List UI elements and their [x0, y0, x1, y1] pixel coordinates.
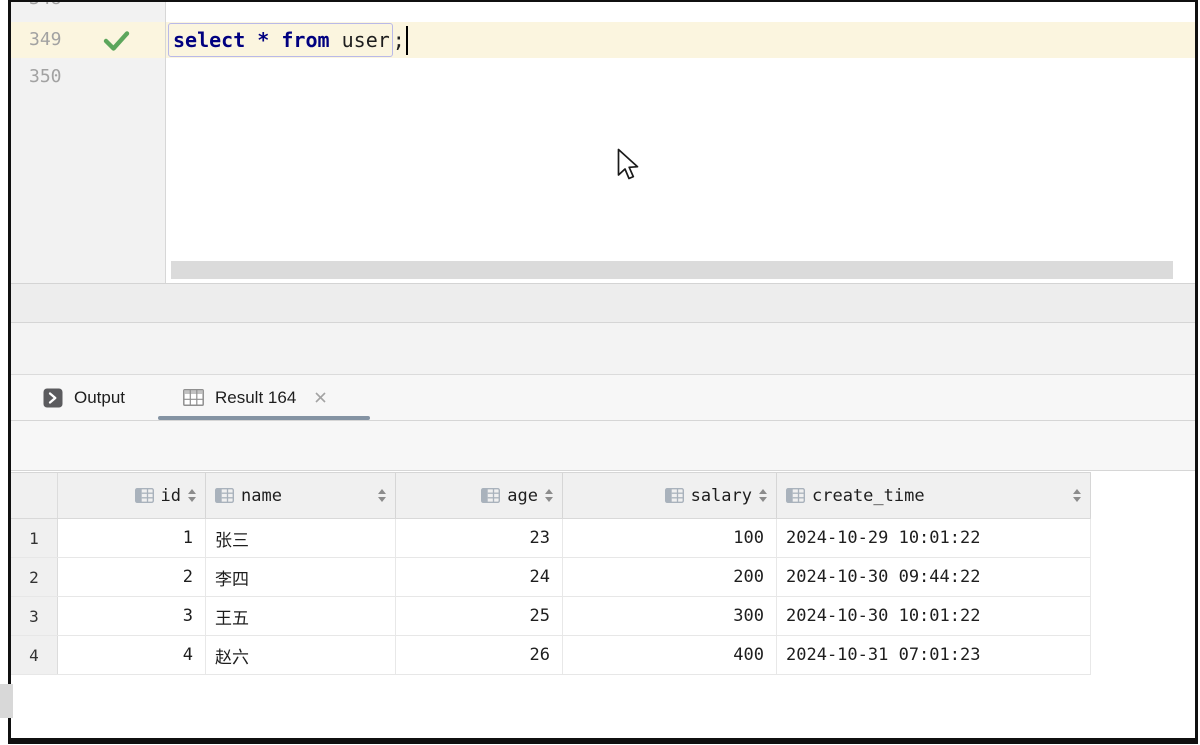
cell-name[interactable]: 王五: [206, 597, 396, 635]
tab-output-label: Output: [74, 388, 125, 408]
token-identifier-user: user: [342, 28, 390, 52]
column-icon: [665, 488, 684, 503]
sort-icon[interactable]: [545, 489, 553, 502]
output-icon: [43, 388, 63, 408]
cell-age[interactable]: 23: [396, 519, 563, 557]
sort-icon[interactable]: [378, 489, 386, 502]
column-header-id[interactable]: id: [58, 473, 206, 518]
token-semicolon: ;: [393, 28, 405, 52]
column-header-create-time[interactable]: create_time: [777, 473, 1091, 518]
tab-output[interactable]: Output: [43, 375, 125, 420]
token-keyword-from: from: [281, 28, 341, 52]
grid-corner-cell[interactable]: [11, 473, 58, 518]
cell-create-time[interactable]: 2024-10-31 07:01:23: [777, 636, 1091, 674]
editor-status-strip: [11, 284, 1195, 322]
column-icon: [135, 488, 154, 503]
row-number[interactable]: 2: [11, 558, 58, 596]
column-icon: [786, 488, 805, 503]
cell-name[interactable]: 张三: [206, 519, 396, 557]
sql-statement-line[interactable]: select * from user ;: [168, 22, 408, 58]
result-tabbar: Output Result 164: [11, 375, 1195, 420]
table-row: 4 4 赵六 26 400 2024-10-31 07:01:23: [11, 636, 1091, 675]
cell-salary[interactable]: 300: [563, 597, 777, 635]
column-label: salary: [691, 486, 752, 506]
row-number[interactable]: 1: [11, 519, 58, 557]
table-row: 3 3 王五 25 300 2024-10-30 10:01:22: [11, 597, 1091, 636]
mouse-cursor: [617, 148, 644, 188]
column-icon: [215, 488, 234, 503]
cell-id[interactable]: 3: [58, 597, 206, 635]
table-row: 2 2 李四 24 200 2024-10-30 09:44:22: [11, 558, 1091, 597]
line-number: 348: [29, 0, 62, 9]
column-header-age[interactable]: age: [396, 473, 563, 518]
token-keyword-select: select: [173, 28, 257, 52]
table-row: 1 1 张三 23 100 2024-10-29 10:01:22: [11, 519, 1091, 558]
cell-age[interactable]: 25: [396, 597, 563, 635]
vertical-scrollbar-thumb[interactable]: [0, 684, 13, 718]
line-number: 350: [29, 66, 62, 87]
row-number[interactable]: 3: [11, 597, 58, 635]
cell-id[interactable]: 1: [58, 519, 206, 557]
row-number[interactable]: 4: [11, 636, 58, 674]
statement-executed-check-icon[interactable]: [103, 31, 130, 57]
close-tab-icon[interactable]: [313, 390, 328, 405]
table-icon: [183, 389, 204, 406]
column-label: name: [241, 486, 282, 506]
tab-result-label: Result 164: [215, 388, 296, 408]
text-caret: [406, 26, 408, 55]
column-header-name[interactable]: name: [206, 473, 396, 518]
tool-window-spacer: [11, 323, 1195, 374]
sql-editor[interactable]: 348 349 350 select * from user ;: [11, 2, 1195, 283]
cell-salary[interactable]: 200: [563, 558, 777, 596]
gutter-divider: [165, 2, 166, 283]
column-header-salary[interactable]: salary: [563, 473, 777, 518]
tab-result-164[interactable]: Result 164: [183, 375, 328, 420]
divider: [11, 470, 1195, 471]
ide-window: 348 349 350 select * from user ;: [8, 0, 1198, 744]
sql-statement-box: select * from user: [168, 23, 393, 57]
cell-salary[interactable]: 400: [563, 636, 777, 674]
token-star: *: [257, 28, 281, 52]
line-number: 349: [29, 29, 62, 50]
horizontal-scrollbar-thumb[interactable]: [171, 261, 1173, 279]
result-grid: id name: [11, 472, 1091, 675]
cell-id[interactable]: 2: [58, 558, 206, 596]
result-toolbar: 4 rows: [11, 421, 1195, 470]
sort-icon[interactable]: [188, 489, 196, 502]
cell-id[interactable]: 4: [58, 636, 206, 674]
sort-icon[interactable]: [1073, 489, 1081, 502]
column-label: id: [161, 486, 181, 506]
column-label: age: [507, 486, 538, 506]
cell-salary[interactable]: 100: [563, 519, 777, 557]
grid-header-row: id name: [11, 472, 1091, 519]
cell-create-time[interactable]: 2024-10-30 09:44:22: [777, 558, 1091, 596]
cell-name[interactable]: 李四: [206, 558, 396, 596]
sort-icon[interactable]: [759, 489, 767, 502]
column-label: create_time: [812, 486, 925, 506]
cell-name[interactable]: 赵六: [206, 636, 396, 674]
column-icon: [481, 488, 500, 503]
cell-create-time[interactable]: 2024-10-29 10:01:22: [777, 519, 1091, 557]
cell-age[interactable]: 24: [396, 558, 563, 596]
cell-age[interactable]: 26: [396, 636, 563, 674]
cell-create-time[interactable]: 2024-10-30 10:01:22: [777, 597, 1091, 635]
